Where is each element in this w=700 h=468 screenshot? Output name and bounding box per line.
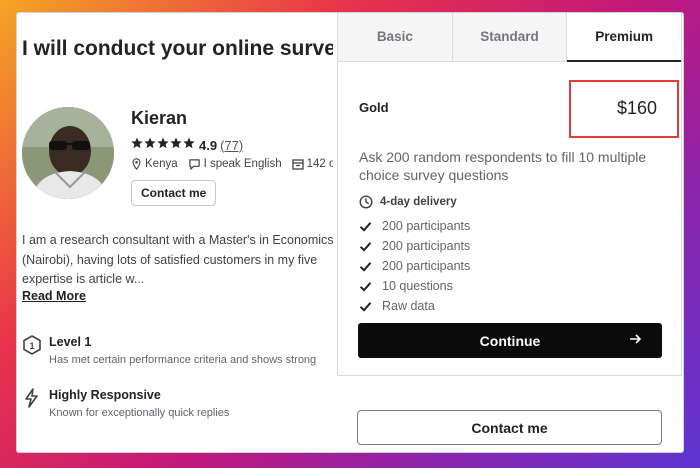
rating-count-link[interactable]: (77) bbox=[220, 138, 243, 153]
badge-title: Highly Responsive bbox=[49, 388, 161, 402]
level-badge-icon: 1 bbox=[22, 335, 42, 355]
gig-page: I will conduct your online survey and re… bbox=[16, 12, 684, 453]
orders-item: 142 orders bbox=[291, 158, 333, 170]
delivery-time: 4-day delivery bbox=[359, 195, 457, 209]
package-tabs: Basic Standard Premium bbox=[338, 13, 682, 62]
check-icon bbox=[359, 301, 372, 312]
star-icon bbox=[183, 137, 195, 149]
tab-premium[interactable]: Premium bbox=[567, 13, 682, 62]
package-description: Ask 200 random respondents to fill 10 mu… bbox=[359, 149, 647, 183]
rating-stars bbox=[131, 136, 196, 154]
feature-label: 10 questions bbox=[382, 279, 453, 293]
star-icon bbox=[170, 137, 182, 149]
contact-seller-button[interactable]: Contact me bbox=[131, 180, 217, 206]
seller-orders: 142 orders bbox=[306, 158, 333, 170]
feature-list: 200 participants 200 participants 200 pa… bbox=[359, 216, 470, 316]
continue-label: Continue bbox=[479, 332, 541, 349]
star-icon bbox=[144, 137, 156, 149]
feature-label: Raw data bbox=[382, 299, 435, 313]
list-item: 200 participants bbox=[359, 216, 470, 236]
rating-score: 4.9 bbox=[199, 137, 218, 153]
badge-title: Level 1 bbox=[49, 335, 92, 349]
clock-icon bbox=[359, 195, 373, 209]
feature-label: 200 participants bbox=[382, 239, 471, 253]
gig-overview: I will conduct your online survey and re… bbox=[17, 13, 333, 452]
star-icon bbox=[131, 137, 143, 149]
badge-description: Known for exceptionally quick replies bbox=[49, 407, 230, 419]
check-icon bbox=[359, 221, 372, 232]
list-item: 200 participants bbox=[359, 236, 470, 256]
list-item: 10 questions bbox=[359, 276, 470, 296]
tab-standard[interactable]: Standard bbox=[452, 13, 568, 61]
check-icon bbox=[359, 241, 372, 252]
check-icon bbox=[359, 261, 372, 272]
star-icon bbox=[157, 137, 169, 149]
description-line: (Nairobi), having lots of satisfied cust… bbox=[22, 252, 318, 267]
country-item: Kenya bbox=[131, 158, 178, 170]
speech-bubble-icon bbox=[188, 158, 201, 170]
responsive-badge: Highly Responsive Known for exceptionall… bbox=[22, 388, 229, 419]
feature-label: 200 participants bbox=[382, 219, 471, 233]
arrow-right-icon bbox=[628, 332, 642, 349]
lightning-icon bbox=[22, 388, 42, 408]
read-more-link[interactable]: Read More bbox=[22, 289, 86, 303]
feature-label: 200 participants bbox=[382, 259, 471, 273]
package-panel: Basic Standard Premium Gold $160 Ask 200… bbox=[337, 13, 682, 376]
seller-rating: 4.9 (77) bbox=[131, 136, 243, 154]
package-name: Gold bbox=[359, 100, 389, 115]
svg-text:1: 1 bbox=[29, 341, 34, 351]
seller-description: I am a research consultant with a Master… bbox=[22, 231, 333, 290]
tab-basic[interactable]: Basic bbox=[338, 13, 453, 61]
check-icon bbox=[359, 281, 372, 292]
package-price: $160 bbox=[616, 98, 657, 118]
language-item: I speak English bbox=[188, 158, 282, 170]
list-item: Raw data bbox=[359, 296, 470, 316]
location-pin-icon bbox=[131, 158, 142, 170]
seller-language: I speak English bbox=[203, 158, 282, 170]
level-badge: 1 Level 1 Has met certain performance cr… bbox=[22, 335, 316, 366]
description-line: I am a research consultant with a Master… bbox=[22, 233, 333, 247]
avatar[interactable] bbox=[22, 107, 114, 199]
badge-description: Has met certain performance criteria and… bbox=[49, 354, 317, 366]
description-line: expertise is article w... bbox=[22, 272, 145, 286]
seller-name[interactable]: Kieran bbox=[131, 108, 187, 129]
orders-icon bbox=[291, 158, 304, 170]
seller-country: Kenya bbox=[145, 158, 178, 170]
list-item: 200 participants bbox=[359, 256, 470, 276]
contact-me-button[interactable]: Contact me bbox=[357, 410, 662, 445]
continue-button[interactable]: Continue bbox=[358, 323, 662, 358]
delivery-label: 4-day delivery bbox=[380, 196, 457, 208]
seller-meta: Kenya I speak English 142 orders bbox=[131, 158, 333, 170]
gig-title: I will conduct your online survey and re… bbox=[22, 37, 333, 60]
price-highlight: $160 bbox=[569, 80, 679, 138]
